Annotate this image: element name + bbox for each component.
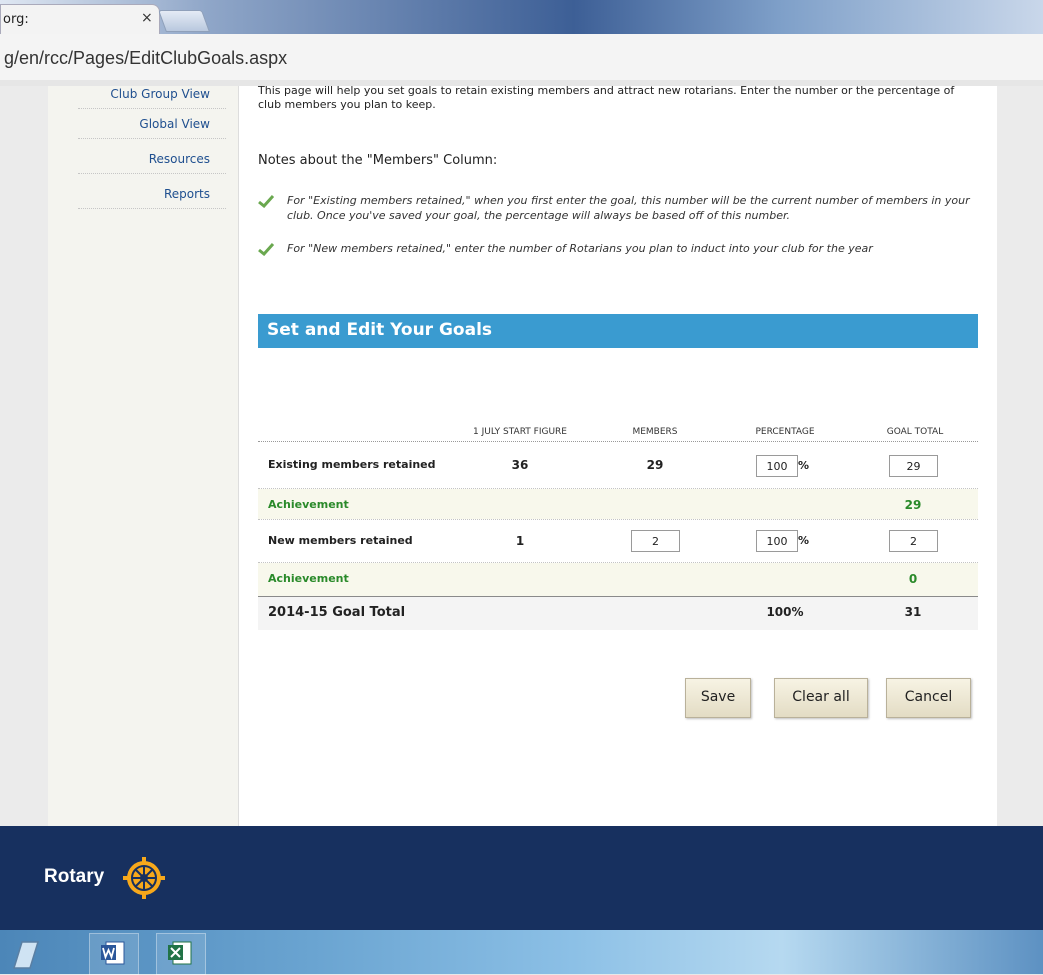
- row-label: Existing members retained: [268, 458, 436, 471]
- section-title: Set and Edit Your Goals: [267, 320, 493, 340]
- total-label: 2014-15 Goal Total: [268, 605, 406, 620]
- column-header-start: 1 July start figure: [473, 427, 567, 437]
- sidebar-item-label: Global View: [139, 117, 210, 131]
- percent-sign: %: [798, 459, 810, 472]
- achievement-label: Achievement: [268, 572, 349, 585]
- close-icon[interactable]: ×: [141, 10, 153, 26]
- word-icon: [101, 941, 125, 965]
- browser-tab[interactable]: org: ×: [0, 4, 160, 35]
- header-divider: [258, 441, 978, 442]
- intro-text: This page will help you set goals to ret…: [258, 84, 955, 111]
- table-row-new: New members retained: [258, 520, 978, 562]
- achievement-value: 29: [904, 498, 922, 512]
- sidebar-item-label: Reports: [163, 187, 210, 201]
- sidebar-item-label: Resources: [148, 152, 210, 166]
- rotary-logo-text[interactable]: Rotary: [44, 866, 104, 888]
- total-goal: 31: [904, 605, 922, 619]
- goal-total-input[interactable]: [889, 455, 938, 477]
- column-header-goal-total: Goal total: [886, 427, 944, 437]
- column-header-members: Members: [632, 427, 678, 437]
- rotary-wheel-icon[interactable]: [123, 857, 165, 899]
- cancel-button[interactable]: Cancel: [886, 678, 971, 718]
- members-value: 29: [646, 458, 664, 472]
- tab-title: org:: [3, 12, 29, 27]
- sidebar-item-label: Club Group View: [110, 87, 210, 101]
- goal-total-input[interactable]: [889, 530, 938, 552]
- sidebar-item-club-group-view[interactable]: Club Group View: [78, 84, 226, 109]
- excel-icon: [168, 941, 192, 965]
- members-input[interactable]: [631, 530, 680, 552]
- notes-title: Notes about the "Members" Column:: [258, 153, 498, 168]
- percentage-input[interactable]: [756, 455, 798, 477]
- clear-all-button[interactable]: Clear all: [774, 678, 868, 718]
- row-label: New members retained: [268, 534, 413, 547]
- start-icon[interactable]: [8, 938, 42, 972]
- table-row-existing: Existing members retained: [258, 443, 978, 487]
- percent-sign: %: [798, 534, 810, 547]
- checkmark-icon: [258, 242, 274, 256]
- sidebar-item-reports[interactable]: Reports: [78, 184, 226, 209]
- column-header-percentage: Percentage: [755, 427, 815, 437]
- achievement-value: 0: [908, 572, 918, 586]
- section-banner: Set and Edit Your Goals: [258, 314, 978, 348]
- start-figure-value: 1: [515, 534, 525, 548]
- start-figure-value: 36: [511, 458, 529, 472]
- checkmark-icon: [258, 194, 274, 208]
- table-row-achievement: Achievement: [258, 563, 978, 596]
- note-text: For "Existing members retained," when yo…: [287, 194, 970, 222]
- url-text[interactable]: g/en/rcc/Pages/EditClubGoals.aspx: [4, 48, 287, 69]
- table-row-achievement: Achievement: [258, 489, 978, 519]
- sidebar-item-global-view[interactable]: Global View: [78, 114, 226, 139]
- percentage-input[interactable]: [756, 530, 798, 552]
- table-row-total: 2014-15 Goal Total: [258, 596, 978, 630]
- sidebar-item-resources[interactable]: Resources: [78, 149, 226, 174]
- note-text: For "New members retained," enter the nu…: [287, 242, 873, 255]
- new-tab-button[interactable]: [157, 10, 211, 32]
- total-percentage: 100%: [766, 605, 804, 619]
- save-button[interactable]: Save: [685, 678, 751, 718]
- achievement-label: Achievement: [268, 498, 349, 511]
